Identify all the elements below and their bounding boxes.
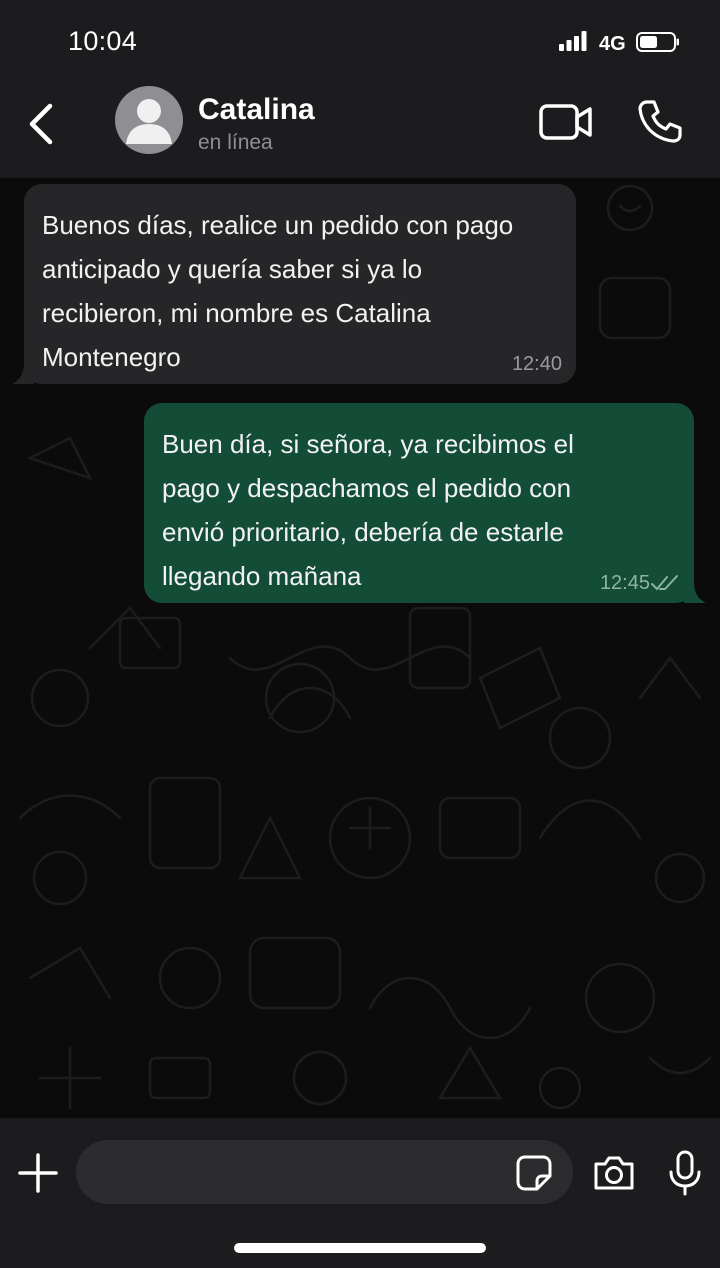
bubble-tail xyxy=(12,362,34,384)
message-time: 12:40 xyxy=(511,353,562,375)
contact-name[interactable]: Catalina xyxy=(198,93,315,127)
message-line: Montenegro xyxy=(42,342,181,372)
bubble-tail xyxy=(684,581,706,603)
video-camera-icon[interactable] xyxy=(538,102,594,142)
camera-icon[interactable] xyxy=(592,1154,636,1192)
plus-icon[interactable] xyxy=(18,1153,58,1193)
message-time: 12:45 xyxy=(599,572,650,594)
message-line: Buenos días, realice un pedido con pago xyxy=(42,210,514,240)
message-line: llegando mañana xyxy=(162,561,362,591)
avatar[interactable] xyxy=(115,86,183,154)
incoming-message[interactable]: Buenos días, realice un pedido con pago … xyxy=(12,184,576,384)
double-check-icon xyxy=(651,575,678,590)
battery-icon xyxy=(636,32,679,52)
message-line: Buen día, si señora, ya recibimos el xyxy=(162,429,574,459)
message-line: anticipado y quería saber si ya lo xyxy=(42,254,423,284)
phone-icon[interactable] xyxy=(637,98,683,144)
signal-icon xyxy=(559,31,587,51)
contact-status: en línea xyxy=(198,131,273,154)
message-line: recibieron, mi nombre es Catalina xyxy=(42,298,431,328)
status-bar: 10:04 4G xyxy=(0,0,720,84)
avatar-placeholder-icon xyxy=(126,99,172,144)
sticker-icon[interactable] xyxy=(515,1154,553,1192)
message-line: pago y despachamos el pedido con xyxy=(162,473,572,503)
home-indicator[interactable] xyxy=(234,1243,486,1253)
message-line: envió prioritario, debería de estarle xyxy=(162,517,564,547)
outgoing-message[interactable]: Buen día, si señora, ya recibimos el pag… xyxy=(144,403,706,603)
message-input[interactable] xyxy=(76,1140,573,1204)
chat-header: Catalina en línea xyxy=(0,84,720,178)
composer-bar xyxy=(0,1118,720,1268)
microphone-icon[interactable] xyxy=(667,1150,703,1196)
back-arrow-icon[interactable] xyxy=(22,102,62,146)
chat-area: Buenos días, realice un pedido con pago … xyxy=(0,178,720,1118)
network-type: 4G xyxy=(599,33,626,55)
status-time: 10:04 xyxy=(68,26,138,56)
